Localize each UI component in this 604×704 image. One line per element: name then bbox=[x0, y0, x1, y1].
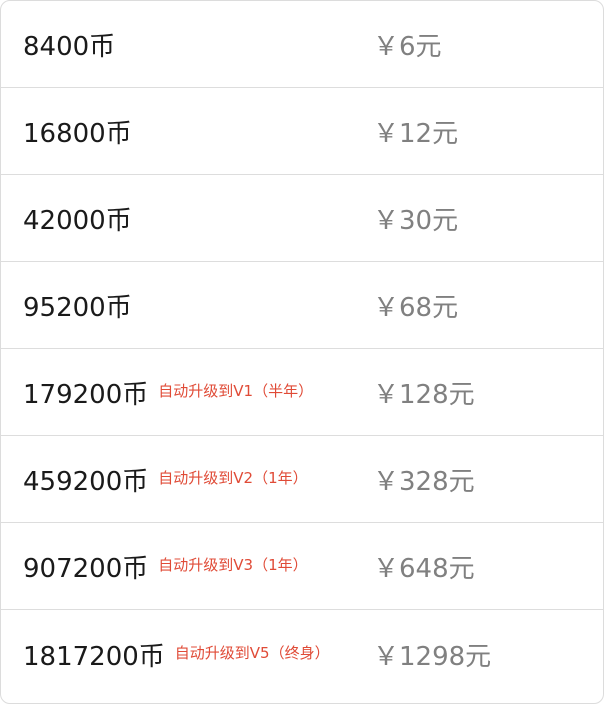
vip-upgrade-note: 自动升级到V2（1年） bbox=[158, 468, 308, 487]
coin-amount: 16800币 bbox=[23, 118, 132, 149]
coin-amount: 8400币 bbox=[23, 31, 116, 62]
package-row-179200[interactable]: 179200币 自动升级到V1（半年） ￥128元 bbox=[1, 349, 603, 436]
coin-amount: 459200币 bbox=[23, 466, 149, 497]
package-row-907200[interactable]: 907200币 自动升级到V3（1年） ￥648元 bbox=[1, 523, 603, 610]
vip-upgrade-note: 自动升级到V1（半年） bbox=[158, 381, 314, 400]
package-amount-group: 907200币 自动升级到V3（1年） bbox=[23, 523, 308, 609]
vip-upgrade-note: 自动升级到V5（终身） bbox=[174, 644, 330, 662]
coin-amount: 1817200币 bbox=[23, 642, 165, 672]
coin-amount: 907200币 bbox=[23, 553, 149, 584]
package-row-1817200[interactable]: 1817200币 自动升级到V5（终身） ￥1298元 bbox=[1, 610, 603, 699]
vip-upgrade-note: 自动升级到V3（1年） bbox=[158, 555, 308, 574]
package-price: ￥128元 bbox=[373, 379, 475, 410]
package-amount-group: 95200币 bbox=[23, 262, 132, 348]
package-price: ￥30元 bbox=[373, 205, 459, 236]
package-price: ￥6元 bbox=[373, 31, 442, 62]
package-amount-group: 459200币 自动升级到V2（1年） bbox=[23, 436, 308, 522]
coin-amount: 179200币 bbox=[23, 379, 149, 410]
package-amount-group: 179200币 自动升级到V1（半年） bbox=[23, 349, 313, 435]
package-amount-group: 1817200币 自动升级到V5（终身） bbox=[23, 610, 330, 699]
package-price: ￥328元 bbox=[373, 466, 475, 497]
coin-amount: 42000币 bbox=[23, 205, 132, 236]
package-amount-group: 8400币 bbox=[23, 1, 115, 87]
package-amount-group: 42000币 bbox=[23, 175, 132, 261]
package-price: ￥648元 bbox=[373, 553, 475, 584]
package-row-95200[interactable]: 95200币 ￥68元 bbox=[1, 262, 603, 349]
package-price: ￥12元 bbox=[373, 118, 459, 149]
package-amount-group: 16800币 bbox=[23, 88, 132, 174]
package-row-16800[interactable]: 16800币 ￥12元 bbox=[1, 88, 603, 175]
recharge-package-list: 8400币 ￥6元 16800币 ￥12元 42000币 ￥30元 95200币… bbox=[0, 0, 604, 704]
package-price: ￥68元 bbox=[373, 292, 459, 323]
package-row-8400[interactable]: 8400币 ￥6元 bbox=[1, 1, 603, 88]
package-price: ￥1298元 bbox=[373, 642, 492, 672]
coin-amount: 95200币 bbox=[23, 292, 132, 323]
package-row-42000[interactable]: 42000币 ￥30元 bbox=[1, 175, 603, 262]
package-row-459200[interactable]: 459200币 自动升级到V2（1年） ￥328元 bbox=[1, 436, 603, 523]
